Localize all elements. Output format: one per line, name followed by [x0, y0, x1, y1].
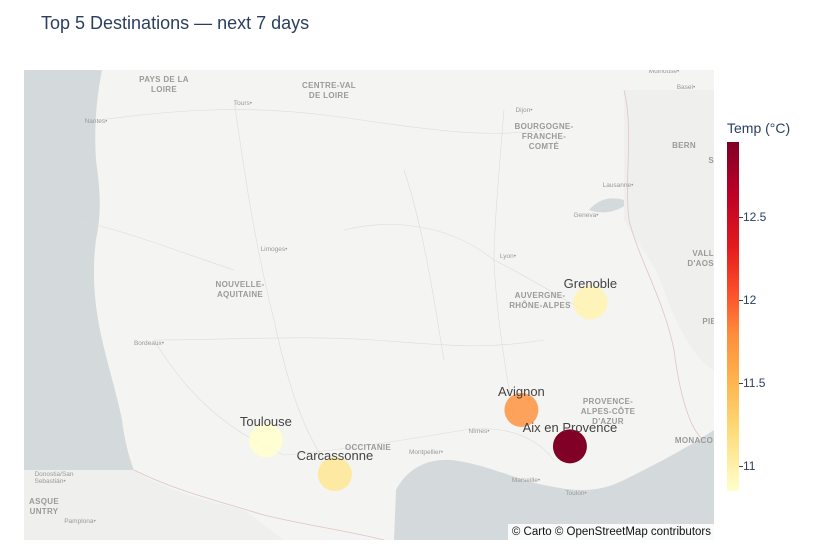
- colorbar-tick-label: 12.5: [738, 209, 767, 224]
- colorbar-title: Temp (°C): [727, 120, 791, 136]
- destination-markers: [248, 285, 608, 492]
- destination-label: Avignon: [498, 383, 545, 399]
- destination-label: Carcassonne: [296, 448, 374, 464]
- colorbar: [727, 142, 739, 491]
- colorbar-tick-label: 12: [738, 292, 757, 307]
- colorbar-tick-label: 11.5: [738, 375, 766, 390]
- chart-title: Top 5 Destinations — next 7 days: [41, 13, 310, 33]
- destination-label: Grenoble: [563, 276, 618, 292]
- map-canvas[interactable]: PAYS DE LA LOIRE CENTRE-VAL DE LOIRE BOURGOG…: [24, 70, 714, 540]
- colorbar-tick-label: 11: [738, 459, 756, 474]
- destination-label: Aix en Provence: [522, 420, 618, 436]
- map-attribution[interactable]: © Carto © OpenStreetMap contributors: [507, 524, 714, 540]
- destination-label: Toulouse: [239, 414, 292, 430]
